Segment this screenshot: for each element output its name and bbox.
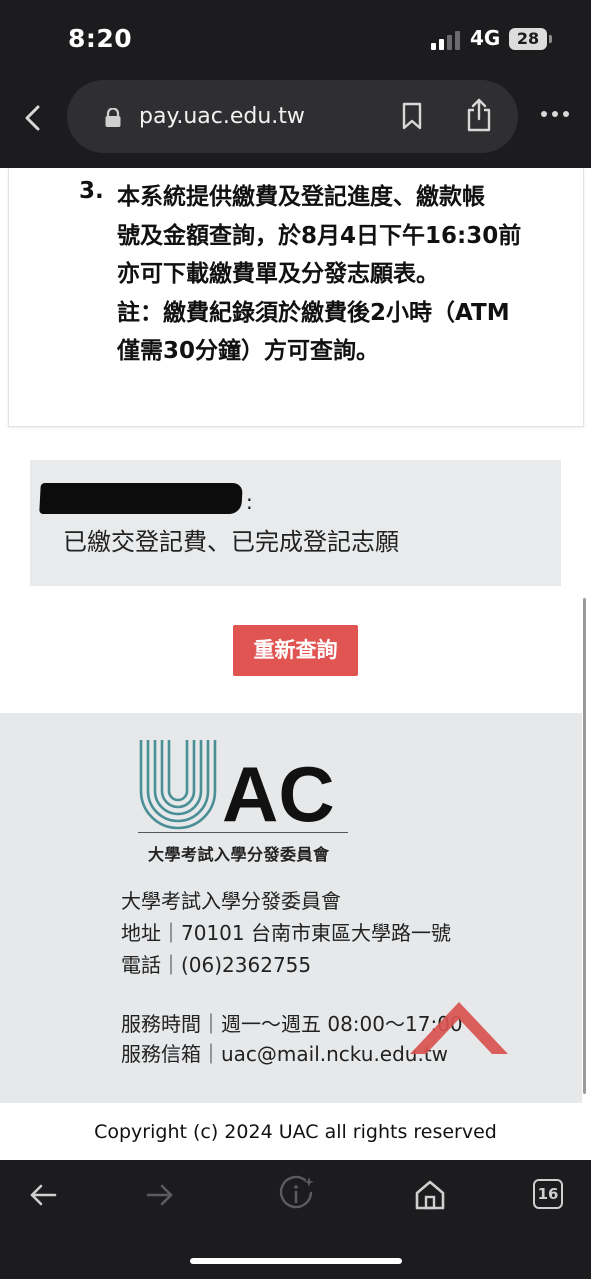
registration-status: 已繳交登記費、已完成登記志願 <box>63 528 399 556</box>
logo-subtitle: 大學考試入學分發委員會 <box>148 845 330 864</box>
notice-line: 僅需30分鐘）方可查詢。 <box>117 338 380 364</box>
bookmark-icon[interactable] <box>401 102 423 130</box>
notice-line: 亦可下載繳費單及分發志願表。 <box>117 261 439 287</box>
redacted-name <box>39 483 243 514</box>
logo-divider <box>138 832 348 833</box>
more-icon[interactable] <box>540 108 570 120</box>
toolbar-back-icon[interactable] <box>28 1178 58 1212</box>
notice-line: 本系統提供繳費及登記進度、繳款帳 <box>117 184 485 210</box>
copyright-text: Copyright (c) 2024 UAC all rights reserv… <box>94 1121 497 1143</box>
notice-text: 本系統提供繳費及登記進度、繳款帳 號及金額查詢，於8月4日下午16:30前 亦可… <box>117 178 557 371</box>
browser-nav-bar: pay.uac.edu.tw <box>0 80 591 168</box>
battery-icon: 28 <box>509 28 547 50</box>
back-icon[interactable] <box>16 98 50 138</box>
tabs-icon[interactable]: 16 <box>533 1179 563 1209</box>
url-text[interactable]: pay.uac.edu.tw <box>139 104 305 129</box>
share-icon[interactable] <box>466 98 492 132</box>
notice-card: 3. 本系統提供繳費及登記進度、繳款帳 號及金額查詢，於8月4日下午16:30前… <box>8 168 584 427</box>
status-bar: 8:20 4G 28 <box>0 0 591 80</box>
toolbar-forward-icon[interactable] <box>145 1178 175 1212</box>
status-time: 8:20 <box>68 24 133 53</box>
info-sparkle-icon[interactable] <box>278 1175 316 1213</box>
site-footer: AC 大學考試入學分發委員會 大學考試入學分發委員會 地址｜70101 台南市東… <box>0 713 582 1103</box>
requery-button[interactable]: 重新查詢 <box>233 625 358 676</box>
lock-icon <box>105 108 121 127</box>
org-name: 大學考試入學分發委員會 <box>121 889 341 913</box>
signal-icon <box>431 30 465 50</box>
scrollbar[interactable] <box>583 598 586 1094</box>
org-address: 地址｜70101 台南市東區大學路一號 <box>121 921 451 945</box>
query-result-box: : 已繳交登記費、已完成登記志願 <box>30 460 561 586</box>
copyright-bar: Copyright (c) 2024 UAC all rights reserv… <box>0 1103 591 1160</box>
scroll-top-icon[interactable] <box>410 998 508 1054</box>
notice-line: 註：繳費紀錄須於繳費後2小時（ATM <box>117 299 510 326</box>
page-content: 3. 本系統提供繳費及登記進度、繳款帳 號及金額查詢，於8月4日下午16:30前… <box>0 168 591 1160</box>
logo-text: AC <box>222 750 335 838</box>
battery-tip <box>549 35 552 43</box>
label-colon: : <box>246 490 253 514</box>
home-icon[interactable] <box>414 1179 446 1211</box>
notice-item-number: 3. <box>79 178 104 204</box>
org-phone: 電話｜(06)2362755 <box>121 953 312 977</box>
home-indicator <box>190 1258 402 1264</box>
contact-info: 大學考試入學分發委員會 地址｜70101 台南市東區大學路一號 電話｜(06)2… <box>121 885 451 981</box>
network-type: 4G <box>470 26 501 50</box>
notice-line: 號及金額查詢，於8月4日下午16:30前 <box>117 222 522 249</box>
browser-toolbar: 16 <box>0 1160 591 1279</box>
